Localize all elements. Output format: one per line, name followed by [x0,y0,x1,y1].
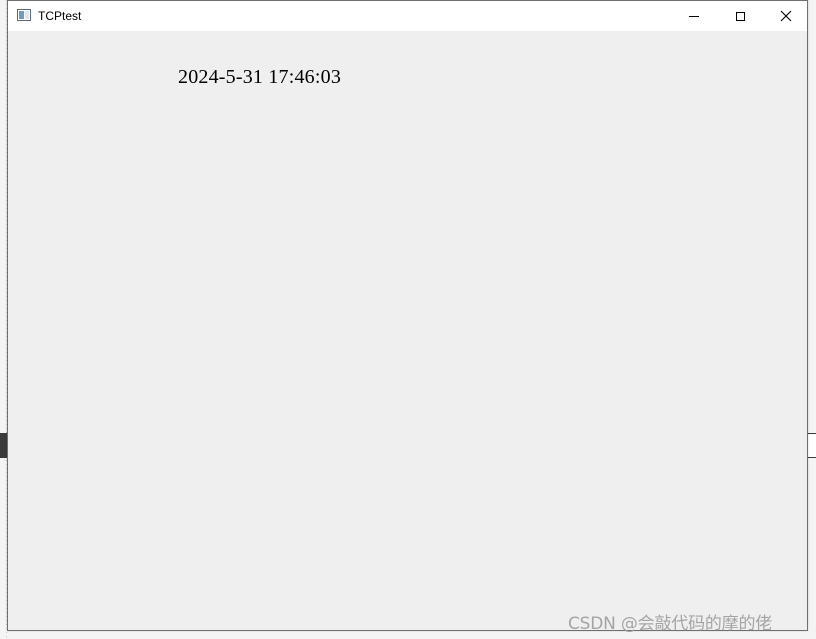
backdrop-light-strip [808,434,816,457]
client-area: 2024-5-31 17:46:03 [8,31,807,630]
close-button[interactable] [763,1,809,31]
minimize-button[interactable] [671,1,717,31]
maximize-icon [735,11,745,21]
app-window-icon[interactable] [17,9,31,21]
watermark-text: CSDN @会敲代码的摩的佬 [568,614,773,634]
window-title: TCPtest [38,9,82,23]
close-icon [780,10,792,22]
minimize-icon [689,15,699,17]
title-bar[interactable]: TCPtest [8,1,807,31]
datetime-label: 2024-5-31 17:46:03 [178,66,342,88]
maximize-button[interactable] [717,1,763,31]
app-window: TCPtest 2024-5-31 17:46:03 [7,0,808,631]
